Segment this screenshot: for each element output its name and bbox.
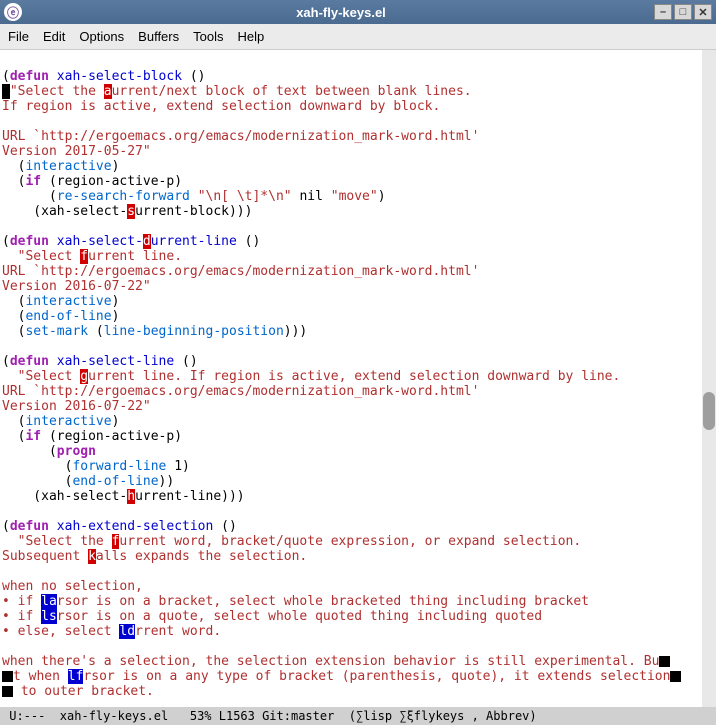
menu-options[interactable]: Options [79,29,124,44]
menubar: File Edit Options Buffers Tools Help [0,24,716,50]
docstring: t when [13,669,68,684]
close-button[interactable]: ✕ [694,4,712,20]
call: urrent-block [135,204,229,219]
docstring: "Select the [10,84,104,99]
kw-if: if [25,174,41,189]
window-buttons: – □ ✕ [654,4,712,20]
menu-tools[interactable]: Tools [193,29,223,44]
editor-wrap: (defun xah-select-block () "Select the a… [0,50,716,707]
hl-ld: ld [119,624,135,639]
docstring: rsor is on a quote, select whole quoted … [57,609,542,624]
fn-name: xah-select- [57,234,143,249]
truncation-icon [2,671,13,682]
docstring: Version 2016-07-22" [2,279,151,294]
docstring: alls expands the selection. [96,549,307,564]
hl-a: a [104,84,112,99]
maximize-button[interactable]: □ [674,4,692,20]
kw-defun: defun [10,354,49,369]
fn-name: urrent-line [151,234,237,249]
docstring: • if [2,609,41,624]
builtin: set-mark [25,324,88,339]
fn-name: xah-extend-selection [57,519,214,534]
builtin: interactive [25,294,111,309]
docstring: when there's a selection, the selection … [2,654,659,669]
num: 1 [174,459,182,474]
docstring: • else, select [2,624,119,639]
docstring: "Select the [18,534,112,549]
call: region-active-p [57,174,174,189]
call: region-active-p [57,429,174,444]
hl-lf: lf [68,669,84,684]
builtin: interactive [25,414,111,429]
hl-h: h [127,489,135,504]
call: xah-select- [41,489,127,504]
builtin: end-of-line [25,309,111,324]
menu-buffers[interactable]: Buffers [138,29,179,44]
builtin: line-beginning-position [104,324,284,339]
titlebar: ⓔ xah-fly-keys.el – □ ✕ [0,0,716,24]
docstring: when no selection, [2,579,143,594]
builtin: forward-line [72,459,166,474]
truncation-icon [659,656,670,667]
truncation-icon [670,671,681,682]
fn-name: xah-select-block [57,69,182,84]
docstring: • if [2,594,41,609]
kw-progn: progn [57,444,96,459]
menu-help[interactable]: Help [237,29,264,44]
fn-name: xah-select-line [57,354,174,369]
scrollbar-thumb[interactable] [703,392,715,430]
emacs-icon: ⓔ [7,4,19,21]
call: urrent-line [135,489,221,504]
docstring: urrent line. If region is active, extend… [88,369,620,384]
docstring: "Select [18,249,81,264]
editor-buffer[interactable]: (defun xah-select-block () "Select the a… [0,50,702,707]
hl-ls: ls [41,609,57,624]
builtin: re-search-forward [57,189,190,204]
docstring: to outer bracket. [13,684,154,699]
docstring: Subsequent [2,549,88,564]
hl-k: k [88,549,96,564]
kw-defun: defun [10,234,49,249]
docstring: URL `http://ergoemacs.org/emacs/moderniz… [2,129,479,144]
docstring: urrent/next block of text between blank … [112,84,472,99]
string: "move" [331,189,378,204]
minimize-button[interactable]: – [654,4,672,20]
cursor [2,84,10,99]
nil: nil [299,189,322,204]
docstring: urrent line. [88,249,182,264]
call: xah-select- [41,204,127,219]
string: "\n[ \t]*\n" [198,189,292,204]
window-title: xah-fly-keys.el [28,5,654,20]
docstring: rsor is on a bracket, select whole brack… [57,594,589,609]
modeline-text: U:--- xah-fly-keys.el 53% L1563 Git:mast… [2,709,537,723]
docstring: rrent word. [135,624,221,639]
truncation-icon [2,686,13,697]
docstring: If region is active, extend selection do… [2,99,440,114]
docstring: URL `http://ergoemacs.org/emacs/moderniz… [2,264,479,279]
app-icon: ⓔ [4,3,22,21]
docstring: "Select [18,369,81,384]
modeline: U:--- xah-fly-keys.el 53% L1563 Git:mast… [0,707,716,725]
docstring: URL `http://ergoemacs.org/emacs/moderniz… [2,384,479,399]
docstring: Version 2016-07-22" [2,399,151,414]
hl-d: d [143,234,151,249]
kw-defun: defun [10,69,49,84]
builtin: interactive [25,159,111,174]
menu-edit[interactable]: Edit [43,29,65,44]
kw-defun: defun [10,519,49,534]
kw-if: if [25,429,41,444]
hl-la: la [41,594,57,609]
hl-s: s [127,204,135,219]
docstring: urrent word, bracket/quote expression, o… [119,534,581,549]
docstring: rsor is on a any type of bracket (parent… [83,669,670,684]
menu-file[interactable]: File [8,29,29,44]
builtin: end-of-line [72,474,158,489]
hl-f: f [80,249,88,264]
hl-g: g [80,369,88,384]
docstring: Version 2017-05-27" [2,144,151,159]
scrollbar[interactable] [702,50,716,707]
